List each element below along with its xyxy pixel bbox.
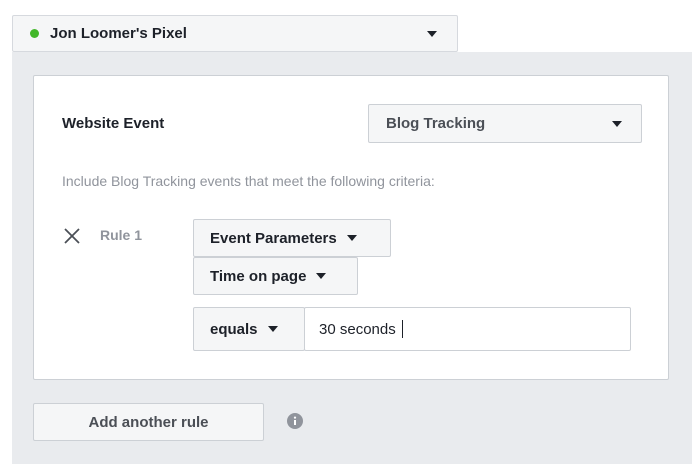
parameter-value: Time on page [210, 267, 307, 285]
event-dropdown[interactable]: Blog Tracking [368, 104, 642, 143]
website-event-label: Website Event [62, 115, 165, 132]
pixel-dropdown[interactable]: Jon Loomer's Pixel [12, 15, 458, 52]
add-another-rule-button[interactable]: Add another rule [33, 403, 264, 441]
criteria-description: Include Blog Tracking events that meet t… [62, 173, 435, 189]
parameter-source-dropdown[interactable]: Event Parameters [193, 219, 391, 257]
event-rule-card: Website Event Blog Tracking Include Blog… [33, 75, 669, 380]
chevron-down-icon [346, 235, 357, 241]
operator-value: equals [210, 320, 258, 338]
pixel-name: Jon Loomer's Pixel [50, 25, 187, 42]
info-icon[interactable] [287, 413, 303, 429]
chevron-down-icon [612, 121, 622, 127]
chevron-down-icon [267, 326, 278, 332]
rule-value-input[interactable] [304, 307, 631, 351]
rule-label: Rule 1 [100, 227, 143, 243]
chevron-down-icon [427, 31, 437, 37]
parameter-dropdown[interactable]: Time on page [193, 257, 358, 295]
text-cursor [402, 320, 403, 338]
close-icon[interactable] [62, 226, 82, 246]
chevron-down-icon [316, 273, 327, 279]
operator-dropdown[interactable]: equals [193, 307, 305, 351]
status-dot-icon [30, 29, 39, 38]
event-dropdown-value: Blog Tracking [386, 115, 486, 132]
parameter-source-value: Event Parameters [210, 229, 337, 247]
